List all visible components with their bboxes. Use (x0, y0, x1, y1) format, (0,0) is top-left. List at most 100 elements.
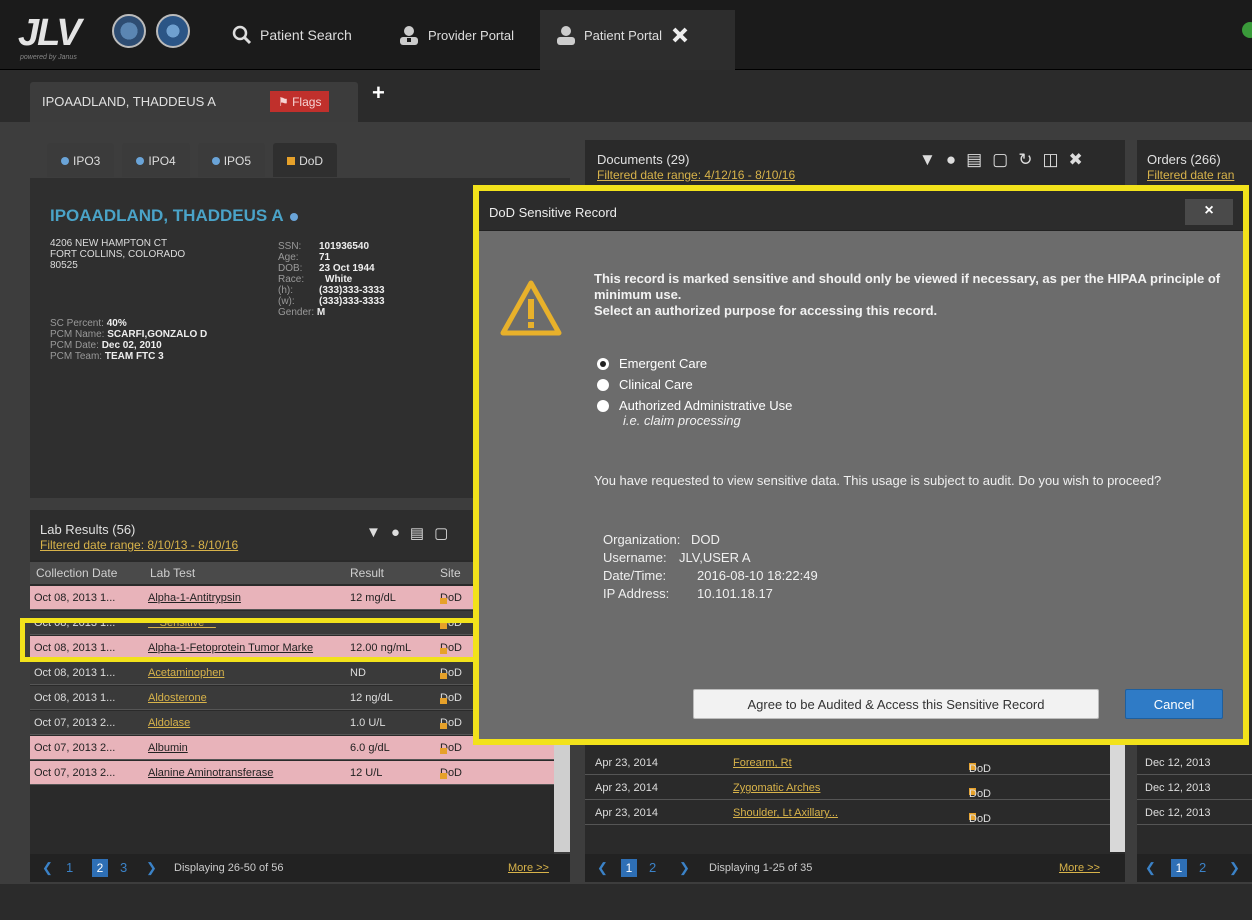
cell-lab-test[interactable]: Acetaminophen (148, 667, 344, 679)
col-collection-date[interactable]: Collection Date (36, 566, 117, 580)
radio-button[interactable] (597, 357, 609, 370)
next-page-icon[interactable]: ❯ (1229, 860, 1240, 876)
prev-page-icon[interactable]: ❮ (42, 860, 53, 876)
cell-lab-test[interactable]: Aldosterone (148, 692, 344, 704)
bottom-bar (0, 884, 1252, 920)
prev-page-icon[interactable]: ❮ (597, 860, 608, 876)
pcm-date-label: PCM Date: (50, 340, 99, 351)
site-dot-icon (289, 212, 298, 221)
print-icon[interactable]: ▢ (992, 150, 1008, 170)
cell-lab-test[interactable]: Aldolase (148, 717, 344, 729)
filter-icon[interactable]: ▼ (366, 524, 381, 542)
radio-note: i.e. claim processing (623, 413, 741, 428)
page-2[interactable]: 2 (1199, 860, 1206, 875)
radio-label: Clinical Care (619, 377, 693, 392)
ssn-value: 101936540 (319, 241, 370, 252)
age-value: 71 (319, 252, 331, 263)
radio-button[interactable] (597, 399, 609, 412)
filter-icon[interactable]: ▼ (919, 150, 936, 170)
table-row[interactable]: Oct 07, 2013 2... Alanine Aminotransferas… (30, 761, 554, 785)
documents-filter-link[interactable]: Filtered date range: 4/12/16 - 8/10/16 (597, 168, 795, 182)
pcm-team-value: TEAM FTC 3 (104, 351, 164, 362)
refresh-icon[interactable]: ↻ (1018, 150, 1032, 170)
lab-filter-link[interactable]: Filtered date range: 8/10/13 - 8/10/16 (40, 538, 238, 552)
document-name[interactable]: Shoulder, Lt Axillary... (733, 807, 838, 819)
page-2[interactable]: 2 (649, 860, 656, 875)
flags-button[interactable]: ⚑ Flags (270, 91, 330, 112)
lab-more-link[interactable]: More >> (508, 862, 549, 874)
document-site: DoD (969, 813, 992, 825)
warning-icon (500, 280, 562, 336)
tab-ipo4[interactable]: IPO4 (122, 143, 190, 177)
tab-ipo5[interactable]: IPO5 (197, 143, 266, 177)
page-1-current[interactable]: 1 (621, 859, 637, 877)
cell-collection-date: Oct 07, 2013 2... (34, 767, 116, 779)
split-view-icon[interactable]: ◫ (1042, 150, 1058, 170)
patient-tab[interactable]: IPOAADLAND, THADDEUS A ⚑ Flags (30, 82, 358, 122)
address-zip: 80525 (50, 260, 78, 271)
clipboard-icon[interactable]: ▤ (410, 524, 424, 542)
documents-toolbar: ▼ ● ▤ ▢ ↻ ◫ ✖ (919, 150, 1083, 170)
cell-lab-test[interactable]: Albumin (148, 742, 344, 754)
info-icon[interactable]: ● (946, 150, 956, 170)
info-icon[interactable]: ● (391, 524, 400, 542)
cell-collection-date: Oct 08, 2013 1... (34, 592, 116, 604)
lab-toolbar: ▼ ● ▤ ▢ (366, 524, 448, 542)
cell-lab-test[interactable]: Alanine Aminotransferase (148, 767, 344, 779)
col-lab-test[interactable]: Lab Test (150, 566, 195, 580)
dialog-message: This record is marked sensitive and shou… (594, 271, 1224, 319)
cell-site: DoD (440, 592, 462, 604)
print-icon[interactable]: ▢ (434, 524, 448, 542)
provider-portal-link[interactable]: Provider Portal (398, 20, 514, 50)
order-row[interactable]: Dec 12, 2013 (1137, 751, 1252, 775)
order-date: Dec 12, 2013 (1145, 807, 1211, 819)
radio-clinical-care[interactable]: Clinical Care (597, 374, 792, 395)
documents-more-link[interactable]: More >> (1059, 862, 1100, 874)
document-row[interactable]: Apr 23, 2014 Shoulder, Lt Axillary... Do… (585, 801, 1110, 825)
document-name[interactable]: Zygomatic Arches (733, 782, 820, 794)
documents-scrollbar[interactable] (1110, 740, 1125, 852)
next-page-icon[interactable]: ❯ (679, 860, 690, 876)
radio-emergent-care[interactable]: Emergent Care (597, 353, 792, 374)
pcm-name-label: PCM Name: (50, 329, 105, 340)
page-1-current[interactable]: 1 (1171, 859, 1187, 877)
dod-square-icon (440, 748, 447, 754)
patient-search-link[interactable]: Patient Search (232, 20, 352, 50)
page-1[interactable]: 1 (66, 860, 73, 875)
dob-label: DOB: (278, 263, 303, 274)
document-row[interactable]: Apr 23, 2014 Forearm, Rt DoD (585, 751, 1110, 775)
tab-ipo3[interactable]: IPO3 (47, 143, 115, 177)
audit-info: Organization: DOD Username: JLV,USER A Dat… (603, 531, 818, 603)
cell-site: DoD (440, 767, 462, 779)
close-panel-icon[interactable]: ✖ (1069, 150, 1083, 170)
orders-filter-link[interactable]: Filtered date ran (1147, 168, 1234, 182)
agree-access-button[interactable]: Agree to be Audited & Access this Sensit… (693, 689, 1099, 719)
document-site: DoD (969, 763, 992, 775)
document-row[interactable]: Apr 23, 2014 Zygomatic Arches DoD (585, 776, 1110, 800)
next-page-icon[interactable]: ❯ (146, 860, 157, 876)
tab-dod[interactable]: DoD (273, 143, 338, 177)
patient-portal-tab[interactable]: Patient Portal (540, 10, 735, 70)
order-row[interactable]: Dec 12, 2013 (1137, 801, 1252, 825)
patient-tab-name: IPOAADLAND, THADDEUS A (42, 94, 216, 109)
radio-button[interactable] (597, 378, 609, 391)
cell-lab-test[interactable]: Alpha-1-Antitrypsin (148, 592, 344, 604)
col-site[interactable]: Site (440, 566, 461, 580)
clipboard-icon[interactable]: ▤ (966, 150, 982, 170)
col-result[interactable]: Result (350, 566, 384, 580)
radio-label: Emergent Care (619, 356, 708, 371)
close-tab-icon[interactable] (672, 27, 688, 43)
cell-site: DoD (440, 742, 462, 754)
add-patient-tab-icon[interactable]: + (372, 80, 385, 106)
dod-square-icon (287, 157, 296, 165)
prev-page-icon[interactable]: ❮ (1145, 860, 1156, 876)
patient-tab-bar: IPOAADLAND, THADDEUS A ⚑ Flags (0, 70, 1252, 122)
cancel-button[interactable]: Cancel (1125, 689, 1223, 719)
page-3[interactable]: 3 (120, 860, 127, 875)
document-name[interactable]: Forearm, Rt (733, 757, 792, 769)
page-2-current[interactable]: 2 (92, 859, 108, 877)
username-label: Username: (603, 550, 667, 565)
close-button[interactable]: × (1185, 199, 1233, 225)
cell-result: 6.0 g/dL (350, 742, 390, 754)
order-row[interactable]: Dec 12, 2013 (1137, 776, 1252, 800)
